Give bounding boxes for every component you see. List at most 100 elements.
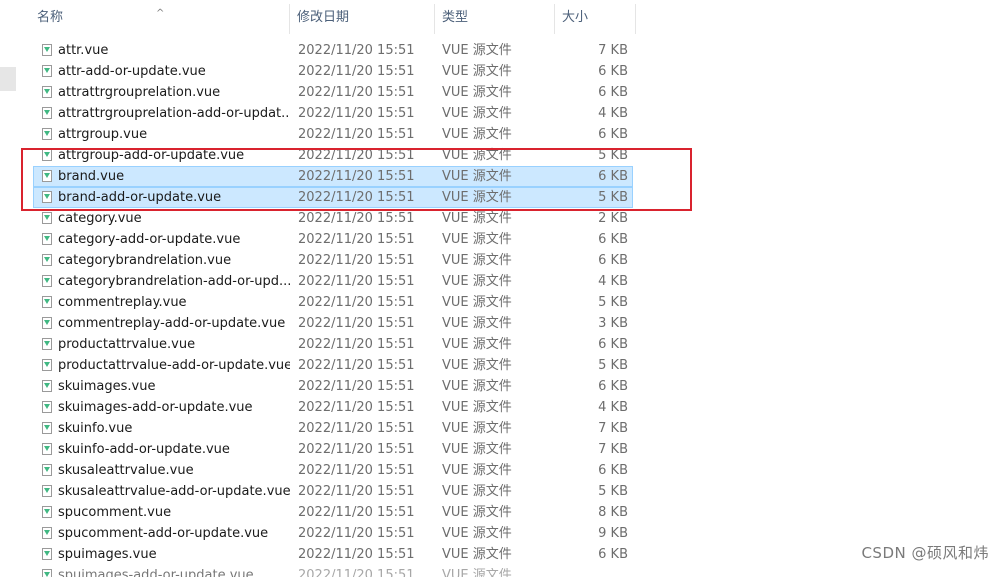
file-size: 4 KB [598, 400, 628, 415]
file-row[interactable]: category-add-or-update.vue 2022/11/20 15:… [33, 229, 633, 250]
file-type: VUE 源文件 [442, 211, 512, 226]
column-header-size[interactable]: 大小 [555, 0, 636, 36]
file-row[interactable]: attrattrgrouprelation.vue 2022/11/20 15:5… [33, 82, 633, 103]
file-row[interactable]: attrgroup-add-or-update.vue 2022/11/20 15… [33, 145, 633, 166]
file-size: 2 KB [598, 211, 628, 226]
file-row[interactable]: skusaleattrvalue-add-or-update.vue 2022/1… [33, 481, 633, 502]
file-name: categorybrandrelation.vue [58, 253, 232, 268]
file-modified-date: 2022/11/20 15:51 [298, 484, 415, 499]
file-name: skusaleattrvalue-add-or-update.vue [58, 484, 290, 499]
file-size: 5 KB [598, 148, 628, 163]
column-header-size-label: 大小 [562, 10, 589, 25]
file-row[interactable]: productattrvalue-add-or-update.vue 2022/1… [33, 355, 633, 376]
file-modified-date: 2022/11/20 15:51 [298, 505, 415, 520]
file-type: VUE 源文件 [442, 505, 512, 520]
file-size: 6 KB [598, 337, 628, 352]
file-modified-date: 2022/11/20 15:51 [298, 295, 415, 310]
file-size: 6 KB [598, 547, 628, 562]
file-row[interactable]: categorybrandrelation-add-or-upd... 2022/… [33, 271, 633, 292]
file-row[interactable]: spucomment-add-or-update.vue 2022/11/20 1… [33, 523, 633, 544]
file-name: brand.vue [58, 169, 125, 184]
watermark: CSDN @硕风和炜 [861, 544, 989, 562]
file-row[interactable]: categorybrandrelation.vue 2022/11/20 15:5… [33, 250, 633, 271]
file-modified-date: 2022/11/20 15:51 [298, 85, 415, 100]
file-size: 7 KB [598, 442, 628, 457]
file-type: VUE 源文件 [442, 400, 512, 415]
vue-file-icon [42, 170, 52, 182]
file-row[interactable]: spuimages.vue 2022/11/20 15:51 VUE 源文件 6 KB [33, 544, 633, 565]
column-header-date[interactable]: 修改日期 [290, 0, 435, 36]
file-size: 7 KB [598, 421, 628, 436]
file-type: VUE 源文件 [442, 568, 512, 577]
file-row[interactable]: brand-add-or-update.vue 2022/11/20 15:51 V… [33, 187, 633, 208]
file-row[interactable]: attrattrgrouprelation-add-or-updat... 202… [33, 103, 633, 124]
file-name: spucomment.vue [58, 505, 172, 520]
file-modified-date: 2022/11/20 15:51 [298, 43, 415, 58]
column-header-type[interactable]: 类型 [435, 0, 555, 36]
file-type: VUE 源文件 [442, 442, 512, 457]
file-name: attr.vue [58, 43, 109, 58]
file-name: category.vue [58, 211, 142, 226]
file-size: 5 KB [598, 295, 628, 310]
vue-file-icon [42, 548, 52, 560]
vue-file-icon [42, 443, 52, 455]
file-row[interactable]: spucomment.vue 2022/11/20 15:51 VUE 源文件 8 K… [33, 502, 633, 523]
file-size: 6 KB [598, 232, 628, 247]
file-row[interactable]: spuimages-add-or-update.vue 2022/11/20 15… [33, 565, 633, 577]
file-type: VUE 源文件 [442, 148, 512, 163]
file-row[interactable]: attr-add-or-update.vue 2022/11/20 15:51 VU… [33, 61, 633, 82]
vue-file-icon [42, 65, 52, 77]
vue-file-icon [42, 359, 52, 371]
file-row[interactable]: productattrvalue.vue 2022/11/20 15:51 VUE … [33, 334, 633, 355]
file-name: category-add-or-update.vue [58, 232, 241, 247]
file-row[interactable]: skuimages-add-or-update.vue 2022/11/20 15… [33, 397, 633, 418]
file-modified-date: 2022/11/20 15:51 [298, 253, 415, 268]
vue-file-icon [42, 191, 52, 203]
file-name: commentreplay.vue [58, 295, 187, 310]
file-modified-date: 2022/11/20 15:51 [298, 64, 415, 79]
file-row[interactable]: category.vue 2022/11/20 15:51 VUE 源文件 2 KB [33, 208, 633, 229]
column-header-name[interactable]: 名称 ^ [30, 0, 290, 36]
file-type: VUE 源文件 [442, 64, 512, 79]
file-name: skusaleattrvalue.vue [58, 463, 194, 478]
file-size: 6 KB [598, 85, 628, 100]
file-type: VUE 源文件 [442, 379, 512, 394]
file-type: VUE 源文件 [442, 190, 512, 205]
file-type: VUE 源文件 [442, 547, 512, 562]
file-size: 6 KB [598, 463, 628, 478]
file-modified-date: 2022/11/20 15:51 [298, 400, 415, 415]
file-name: commentreplay-add-or-update.vue [58, 316, 286, 331]
file-row[interactable]: commentreplay-add-or-update.vue 2022/11/2… [33, 313, 633, 334]
file-modified-date: 2022/11/20 15:51 [298, 547, 415, 562]
file-size: 8 KB [598, 505, 628, 520]
file-row[interactable]: skuimages.vue 2022/11/20 15:51 VUE 源文件 6 KB [33, 376, 633, 397]
file-type: VUE 源文件 [442, 337, 512, 352]
file-row[interactable]: skuinfo.vue 2022/11/20 15:51 VUE 源文件 7 KB [33, 418, 633, 439]
file-row[interactable]: attrgroup.vue 2022/11/20 15:51 VUE 源文件 6 KB [33, 124, 633, 145]
file-modified-date: 2022/11/20 15:51 [298, 568, 415, 577]
file-name: spuimages.vue [58, 547, 157, 562]
file-type: VUE 源文件 [442, 43, 512, 58]
vue-file-icon [42, 527, 52, 539]
file-type: VUE 源文件 [442, 526, 512, 541]
file-name: categorybrandrelation-add-or-upd... [58, 274, 290, 289]
file-size: 4 KB [598, 274, 628, 289]
file-row[interactable]: skusaleattrvalue.vue 2022/11/20 15:51 VUE … [33, 460, 633, 481]
file-row[interactable]: skuinfo-add-or-update.vue 2022/11/20 15:5… [33, 439, 633, 460]
file-size: 3 KB [598, 316, 628, 331]
file-modified-date: 2022/11/20 15:51 [298, 232, 415, 247]
navigation-pane-edge [0, 67, 16, 91]
file-size: 6 KB [598, 253, 628, 268]
file-modified-date: 2022/11/20 15:51 [298, 358, 415, 373]
file-modified-date: 2022/11/20 15:51 [298, 379, 415, 394]
file-type: VUE 源文件 [442, 421, 512, 436]
vue-file-icon [42, 380, 52, 392]
vue-file-icon [42, 569, 52, 577]
file-row[interactable]: attr.vue 2022/11/20 15:51 VUE 源文件 7 KB [33, 40, 633, 61]
file-row[interactable]: commentreplay.vue 2022/11/20 15:51 VUE 源文件… [33, 292, 633, 313]
file-name: brand-add-or-update.vue [58, 190, 222, 205]
file-size: 6 KB [598, 64, 628, 79]
file-type: VUE 源文件 [442, 295, 512, 310]
file-row[interactable]: brand.vue 2022/11/20 15:51 VUE 源文件 6 KB [33, 166, 633, 187]
column-header-date-label: 修改日期 [297, 10, 350, 25]
